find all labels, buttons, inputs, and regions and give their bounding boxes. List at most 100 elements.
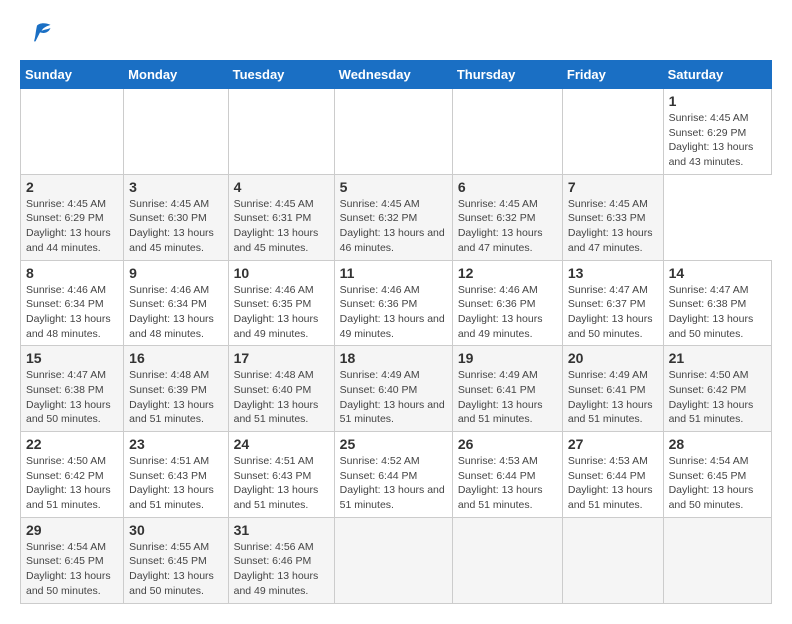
- day-info: Sunrise: 4:50 AMSunset: 6:42 PMDaylight:…: [669, 368, 766, 427]
- calendar-cell: 22 Sunrise: 4:50 AMSunset: 6:42 PMDayligh…: [21, 432, 124, 518]
- day-number: 17: [234, 350, 329, 366]
- calendar-cell: 6Sunrise: 4:45 AMSunset: 6:32 PMDaylight…: [452, 174, 562, 260]
- day-number: 20: [568, 350, 658, 366]
- calendar-cell: 31 Sunrise: 4:56 AMSunset: 6:46 PMDayligh…: [228, 517, 334, 603]
- calendar-cell: 20 Sunrise: 4:49 AMSunset: 6:41 PMDayligh…: [562, 346, 663, 432]
- logo: [20, 20, 52, 50]
- calendar-cell: 3 Sunrise: 4:45 AMSunset: 6:30 PMDaylight…: [124, 174, 228, 260]
- calendar-cell: [562, 517, 663, 603]
- day-number: 19: [458, 350, 557, 366]
- calendar-cell: [334, 89, 452, 175]
- day-number: 22: [26, 436, 118, 452]
- day-info: Sunrise: 4:52 AMSunset: 6:44 PMDaylight:…: [340, 454, 447, 513]
- day-info: Sunrise: 4:51 AMSunset: 6:43 PMDaylight:…: [129, 454, 222, 513]
- day-number: 23: [129, 436, 222, 452]
- calendar-cell: 1 Sunrise: 4:45 AMSunset: 6:29 PMDaylight…: [663, 89, 771, 175]
- header-saturday: Saturday: [663, 61, 771, 89]
- calendar-cell: [452, 89, 562, 175]
- header-wednesday: Wednesday: [334, 61, 452, 89]
- day-number: 3: [129, 179, 222, 195]
- calendar-cell: 12 Sunrise: 4:46 AMSunset: 6:36 PMDayligh…: [452, 260, 562, 346]
- day-info: Sunrise: 4:54 AMSunset: 6:45 PMDaylight:…: [669, 454, 766, 513]
- day-info: Sunrise: 4:53 AMSunset: 6:44 PMDaylight:…: [458, 454, 557, 513]
- calendar-cell: [452, 517, 562, 603]
- calendar-cell: [228, 89, 334, 175]
- calendar-cell: 4Sunrise: 4:45 AMSunset: 6:31 PMDaylight…: [228, 174, 334, 260]
- day-number: 13: [568, 265, 658, 281]
- calendar-cell: [124, 89, 228, 175]
- day-number: 24: [234, 436, 329, 452]
- day-number: 11: [340, 265, 447, 281]
- day-number: 29: [26, 522, 118, 538]
- day-number: 7: [568, 179, 658, 195]
- calendar-week-row: 29 Sunrise: 4:54 AMSunset: 6:45 PMDayligh…: [21, 517, 772, 603]
- day-info: Sunrise: 4:46 AMSunset: 6:35 PMDaylight:…: [234, 283, 329, 342]
- day-info: Sunrise: 4:47 AMSunset: 6:37 PMDaylight:…: [568, 283, 658, 342]
- page-header: [20, 20, 772, 50]
- header-tuesday: Tuesday: [228, 61, 334, 89]
- day-info: Sunrise: 4:45 AMSunset: 6:31 PMDaylight:…: [234, 197, 329, 256]
- day-info: Sunrise: 4:47 AMSunset: 6:38 PMDaylight:…: [26, 368, 118, 427]
- calendar-cell: 30Sunrise: 4:55 AMSunset: 6:45 PMDayligh…: [124, 517, 228, 603]
- day-info: Sunrise: 4:56 AMSunset: 6:46 PMDaylight:…: [234, 540, 329, 599]
- calendar-week-row: 2Sunrise: 4:45 AMSunset: 6:29 PMDaylight…: [21, 174, 772, 260]
- calendar-cell: [562, 89, 663, 175]
- header-sunday: Sunday: [21, 61, 124, 89]
- calendar-cell: [334, 517, 452, 603]
- calendar-cell: 13 Sunrise: 4:47 AMSunset: 6:37 PMDayligh…: [562, 260, 663, 346]
- day-number: 16: [129, 350, 222, 366]
- calendar-cell: 27Sunrise: 4:53 AMSunset: 6:44 PMDayligh…: [562, 432, 663, 518]
- day-number: 5: [340, 179, 447, 195]
- calendar-cell: 17Sunrise: 4:48 AMSunset: 6:40 PMDayligh…: [228, 346, 334, 432]
- calendar-cell: 2Sunrise: 4:45 AMSunset: 6:29 PMDaylight…: [21, 174, 124, 260]
- day-number: 15: [26, 350, 118, 366]
- day-number: 21: [669, 350, 766, 366]
- day-number: 10: [234, 265, 329, 281]
- calendar-cell: 29 Sunrise: 4:54 AMSunset: 6:45 PMDayligh…: [21, 517, 124, 603]
- calendar-week-row: 8Sunrise: 4:46 AMSunset: 6:34 PMDaylight…: [21, 260, 772, 346]
- header-monday: Monday: [124, 61, 228, 89]
- day-number: 1: [669, 93, 766, 109]
- day-info: Sunrise: 4:47 AMSunset: 6:38 PMDaylight:…: [669, 283, 766, 342]
- calendar-cell: 23 Sunrise: 4:51 AMSunset: 6:43 PMDayligh…: [124, 432, 228, 518]
- calendar-cell: 10 Sunrise: 4:46 AMSunset: 6:35 PMDayligh…: [228, 260, 334, 346]
- day-info: Sunrise: 4:45 AMSunset: 6:30 PMDaylight:…: [129, 197, 222, 256]
- day-info: Sunrise: 4:46 AMSunset: 6:36 PMDaylight:…: [458, 283, 557, 342]
- day-number: 28: [669, 436, 766, 452]
- calendar-cell: 25 Sunrise: 4:52 AMSunset: 6:44 PMDayligh…: [334, 432, 452, 518]
- calendar-cell: 14Sunrise: 4:47 AMSunset: 6:38 PMDayligh…: [663, 260, 771, 346]
- day-number: 27: [568, 436, 658, 452]
- calendar-cell: 24 Sunrise: 4:51 AMSunset: 6:43 PMDayligh…: [228, 432, 334, 518]
- day-number: 2: [26, 179, 118, 195]
- logo-bird-icon: [22, 20, 52, 50]
- header-thursday: Thursday: [452, 61, 562, 89]
- day-number: 30: [129, 522, 222, 538]
- day-info: Sunrise: 4:46 AMSunset: 6:36 PMDaylight:…: [340, 283, 447, 342]
- calendar-week-row: 1 Sunrise: 4:45 AMSunset: 6:29 PMDaylight…: [21, 89, 772, 175]
- calendar-cell: 11 Sunrise: 4:46 AMSunset: 6:36 PMDayligh…: [334, 260, 452, 346]
- day-number: 9: [129, 265, 222, 281]
- calendar-cell: 16 Sunrise: 4:48 AMSunset: 6:39 PMDayligh…: [124, 346, 228, 432]
- calendar-week-row: 15 Sunrise: 4:47 AMSunset: 6:38 PMDayligh…: [21, 346, 772, 432]
- day-info: Sunrise: 4:45 AMSunset: 6:32 PMDaylight:…: [458, 197, 557, 256]
- day-number: 31: [234, 522, 329, 538]
- day-info: Sunrise: 4:49 AMSunset: 6:41 PMDaylight:…: [568, 368, 658, 427]
- calendar-cell: 28 Sunrise: 4:54 AMSunset: 6:45 PMDayligh…: [663, 432, 771, 518]
- day-number: 25: [340, 436, 447, 452]
- calendar-cell: [21, 89, 124, 175]
- day-info: Sunrise: 4:54 AMSunset: 6:45 PMDaylight:…: [26, 540, 118, 599]
- day-info: Sunrise: 4:51 AMSunset: 6:43 PMDaylight:…: [234, 454, 329, 513]
- day-info: Sunrise: 4:49 AMSunset: 6:40 PMDaylight:…: [340, 368, 447, 427]
- calendar-week-row: 22 Sunrise: 4:50 AMSunset: 6:42 PMDayligh…: [21, 432, 772, 518]
- calendar-cell: 19Sunrise: 4:49 AMSunset: 6:41 PMDayligh…: [452, 346, 562, 432]
- day-number: 12: [458, 265, 557, 281]
- calendar-cell: 7Sunrise: 4:45 AMSunset: 6:33 PMDaylight…: [562, 174, 663, 260]
- calendar-cell: 18Sunrise: 4:49 AMSunset: 6:40 PMDayligh…: [334, 346, 452, 432]
- header-friday: Friday: [562, 61, 663, 89]
- day-info: Sunrise: 4:45 AMSunset: 6:29 PMDaylight:…: [669, 111, 766, 170]
- day-info: Sunrise: 4:50 AMSunset: 6:42 PMDaylight:…: [26, 454, 118, 513]
- day-number: 8: [26, 265, 118, 281]
- calendar-cell: [663, 517, 771, 603]
- day-info: Sunrise: 4:48 AMSunset: 6:39 PMDaylight:…: [129, 368, 222, 427]
- calendar-table: SundayMondayTuesdayWednesdayThursdayFrid…: [20, 60, 772, 604]
